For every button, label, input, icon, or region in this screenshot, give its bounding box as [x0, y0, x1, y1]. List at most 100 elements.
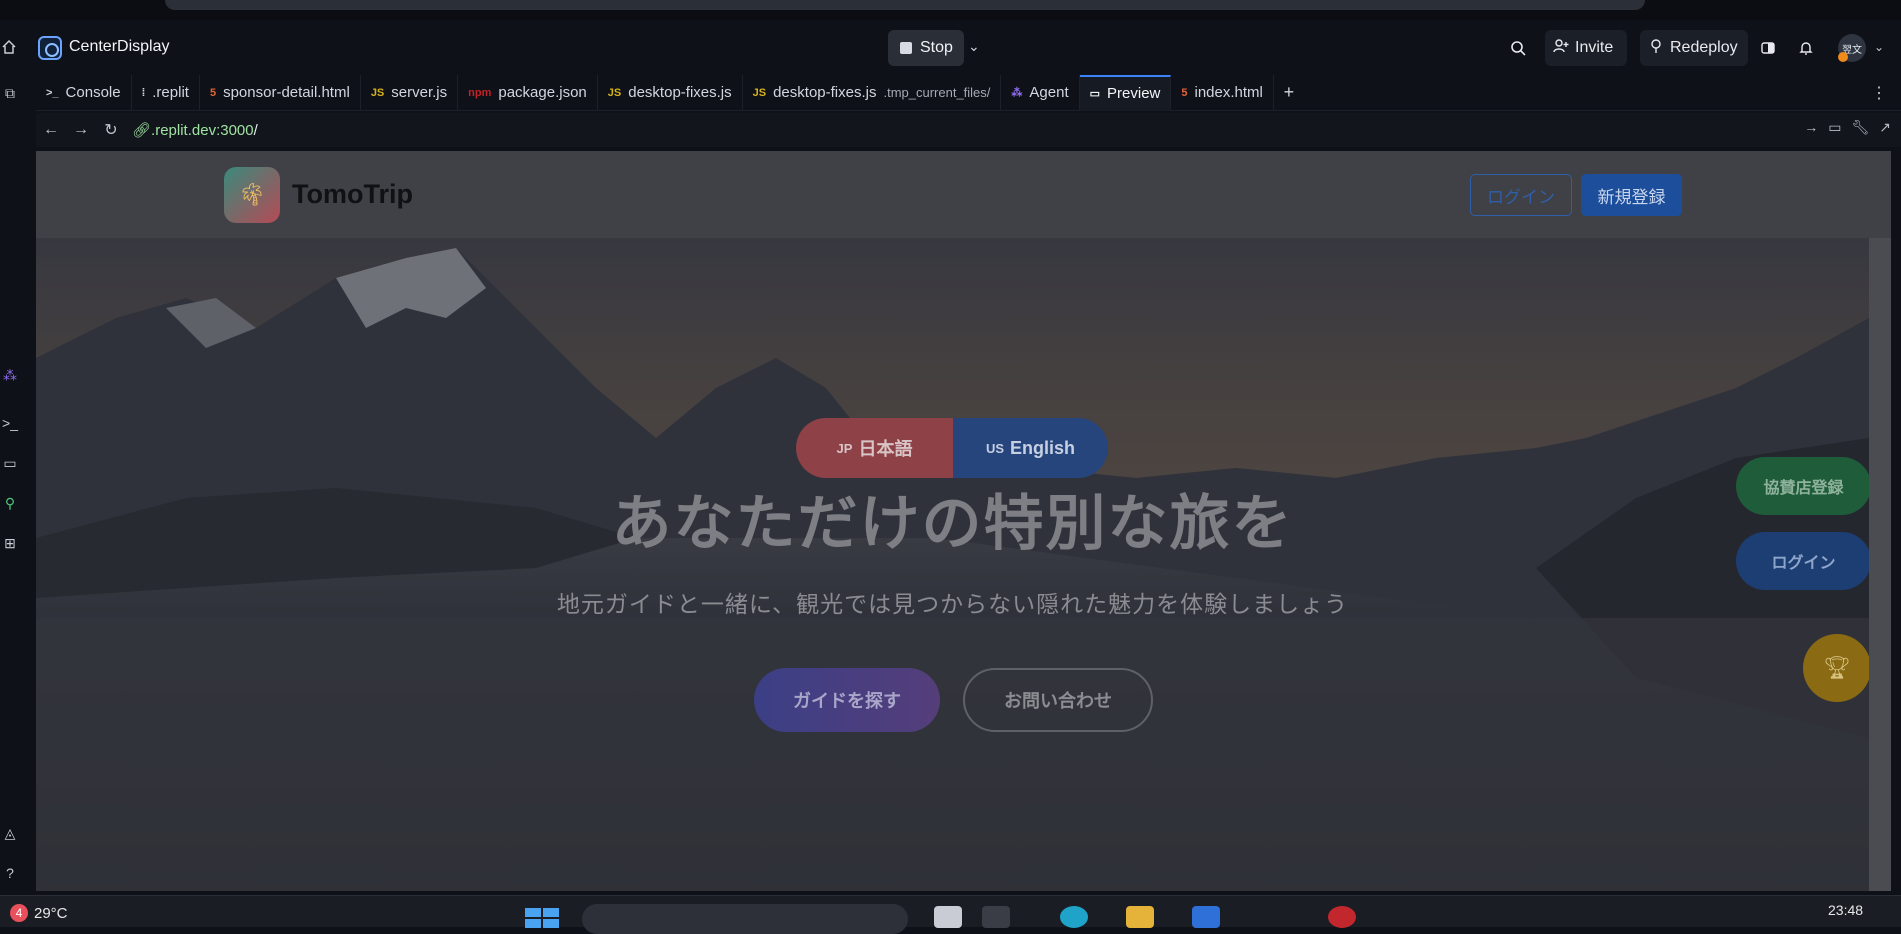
left-rail: ⧉ ⁂ >_ ▭ ⚲ ⊞ ◬ ? — [0, 75, 28, 895]
tab-desktop-fixes[interactable]: JS desktop-fixes.js — [598, 74, 743, 111]
tab-label: index.html — [1194, 84, 1263, 101]
notepad-app-icon[interactable] — [934, 906, 962, 928]
url-field[interactable]: 🔗︎.replit.dev:3000/ — [132, 121, 258, 139]
vscode-app-icon[interactable] — [1192, 906, 1220, 928]
chrome-app-icon[interactable] — [982, 906, 1010, 928]
language-japanese-button[interactable]: JP 日本語 — [796, 418, 953, 478]
language-label: English — [1010, 437, 1076, 458]
windows-start-icon[interactable] — [525, 908, 559, 928]
tab-index-html[interactable]: 5 index.html — [1171, 74, 1274, 111]
site-logo-icon[interactable]: 🌴︎ — [224, 167, 280, 223]
apps-grid-icon[interactable]: ⊞ — [0, 533, 20, 553]
editor-tab-bar: >_ Console ⁞ .replit 5 sponsor-detail.html … — [36, 74, 1901, 111]
login-button[interactable]: ログイン — [1470, 174, 1572, 216]
trophy-icon[interactable]: 🏆︎ — [1803, 634, 1871, 702]
floating-login-button[interactable]: ログイン — [1736, 532, 1871, 590]
tab-desktop-fixes-tmp[interactable]: JS desktop-fixes.js .tmp_current_files/ — [743, 74, 1002, 111]
find-guide-button[interactable]: ガイドを探す — [754, 668, 940, 732]
tab-label: package.json — [498, 84, 587, 101]
language-switch: JP 日本語 US English — [796, 418, 1108, 478]
stop-button[interactable]: Stop — [888, 30, 964, 66]
more-vertical-icon[interactable]: ⋮ — [1871, 83, 1887, 103]
js-file-icon: JS — [370, 86, 385, 99]
language-english-button[interactable]: US English — [953, 418, 1108, 478]
reload-icon[interactable]: ↻ — [96, 115, 126, 145]
deploy-icon[interactable]: ⚲ — [0, 493, 20, 513]
address-pill — [165, 0, 1645, 10]
bell-icon[interactable]: ◬ — [0, 823, 20, 843]
register-button[interactable]: 新規登録 — [1581, 174, 1682, 216]
tab-sponsor-detail[interactable]: 5 sponsor-detail.html — [200, 74, 361, 111]
app-logo-icon — [38, 36, 62, 60]
agent-icon: ⁂ — [1011, 87, 1023, 99]
tab-label: desktop-fixes.js — [773, 84, 877, 101]
tab-replit[interactable]: ⁞ .replit — [132, 74, 200, 111]
hero-subtitle: 地元ガイドと一緒に、観光では見つからない隠れた魅力を体験しましょう — [556, 591, 1349, 617]
js-file-icon: JS — [607, 86, 622, 99]
clock[interactable]: 23:48 — [1828, 902, 1863, 918]
chevron-down-icon[interactable]: ⌄ — [968, 38, 980, 55]
search-icon[interactable] — [1505, 30, 1531, 66]
stop-square-icon — [900, 42, 912, 54]
os-taskbar: 4 29°C 23:48 — [0, 895, 1901, 934]
hero-mountain-image — [36, 248, 1869, 891]
tab-label: Preview — [1107, 85, 1161, 102]
tab-preview[interactable]: ▭ Preview — [1079, 74, 1172, 111]
plus-icon: + — [1283, 82, 1295, 102]
tab-server-js[interactable]: JS server.js — [361, 74, 459, 111]
help-icon[interactable]: ? — [0, 863, 20, 883]
hero-section: JP 日本語 US English あなただけの特別な旅を 地元ガイドと一緒に、観光… — [36, 238, 1871, 891]
redeploy-button[interactable]: Redeploy — [1640, 30, 1748, 66]
monitor-icon: ▭ — [1089, 88, 1101, 100]
invite-button[interactable]: Invite — [1545, 30, 1627, 66]
preview-scrollbar[interactable] — [1869, 238, 1891, 891]
wrench-icon[interactable]: 🔧︎ — [1851, 119, 1869, 136]
panel-toggle-icon[interactable] — [1757, 30, 1779, 66]
add-user-icon — [1553, 38, 1569, 59]
url-host: .replit.dev:3000 — [151, 122, 254, 139]
taskbar-search-input[interactable] — [582, 904, 908, 934]
bell-icon[interactable] — [1795, 30, 1817, 66]
partner-register-button[interactable]: 協賛店登録 — [1736, 457, 1871, 515]
forward-arrow-icon[interactable]: → — [66, 115, 96, 145]
monitor-icon[interactable]: ▭ — [0, 453, 20, 473]
app-icon[interactable] — [1328, 906, 1356, 928]
stop-label: Stop — [920, 39, 953, 56]
tab-agent[interactable]: ⁂ Agent — [1001, 74, 1080, 111]
tab-package-json[interactable]: npm package.json — [458, 74, 598, 111]
hero-title: あなただけの特別な旅を — [611, 490, 1294, 557]
tab-label: Agent — [1029, 84, 1069, 101]
back-arrow-icon[interactable]: ← — [36, 115, 66, 145]
agent-icon[interactable]: ⁂ — [0, 365, 20, 385]
go-arrow-icon[interactable]: → — [1804, 119, 1818, 136]
html-file-icon: 5 — [1181, 86, 1188, 99]
deploy-icon — [1648, 38, 1664, 59]
home-icon[interactable] — [0, 36, 18, 58]
site-brand[interactable]: TomoTrip — [292, 179, 413, 210]
device-icon[interactable]: ▭ — [1828, 119, 1841, 136]
app-name[interactable]: CenterDisplay — [69, 38, 169, 56]
console-icon: >_ — [46, 86, 59, 99]
folder-app-icon[interactable] — [1126, 906, 1154, 928]
weather-badge: 4 — [10, 904, 28, 922]
temperature: 29°C — [34, 904, 68, 922]
tab-label: Console — [65, 84, 121, 101]
edge-app-icon[interactable] — [1060, 906, 1088, 928]
console-icon[interactable]: >_ — [0, 413, 20, 433]
site-header: 🌴︎ TomoTrip ログイン 新規登録 — [36, 151, 1891, 238]
chevron-down-icon[interactable]: ⌄ — [1874, 40, 1884, 54]
redeploy-label: Redeploy — [1670, 39, 1738, 56]
external-link-icon[interactable]: ↗ — [1879, 119, 1891, 136]
npm-file-icon: npm — [468, 86, 492, 99]
tab-label: .replit — [152, 84, 189, 101]
link-icon: 🔗︎ — [132, 122, 152, 139]
us-flag-code: US — [985, 440, 1005, 456]
language-label: 日本語 — [858, 439, 913, 459]
files-icon[interactable]: ⧉ — [0, 83, 20, 103]
tab-label: desktop-fixes.js — [628, 84, 732, 101]
new-tab-button[interactable]: + — [1274, 75, 1304, 111]
contact-button[interactable]: お問い合わせ — [963, 668, 1153, 732]
tab-console[interactable]: >_ Console — [36, 74, 132, 111]
weather-widget[interactable]: 4 29°C — [10, 904, 68, 922]
html-file-icon: 5 — [209, 86, 217, 99]
